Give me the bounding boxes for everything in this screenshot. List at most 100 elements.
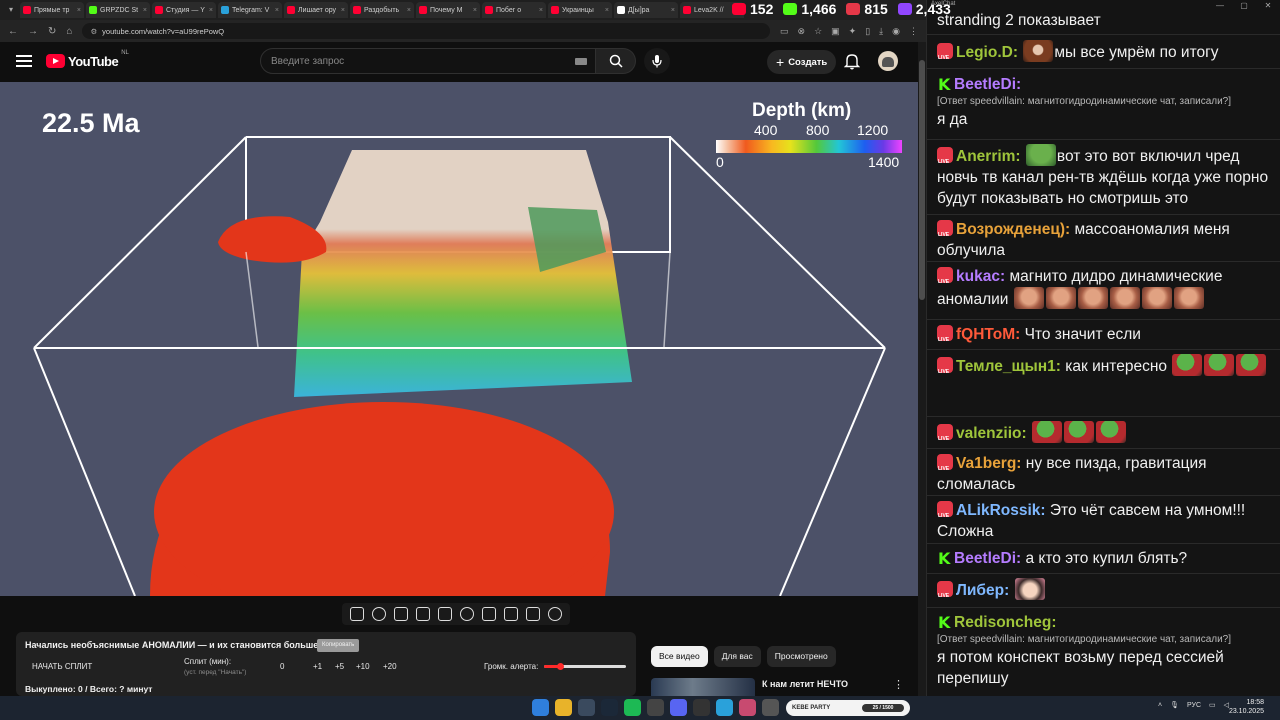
chip-for-you[interactable]: Для вас	[713, 646, 761, 667]
chat-username[interactable]: Legio.D:	[956, 44, 1018, 61]
chat-username[interactable]: Либер:	[956, 582, 1009, 599]
telegram-icon[interactable]	[716, 699, 733, 716]
app-icon[interactable]	[762, 699, 779, 716]
voice-search-button[interactable]	[644, 48, 670, 74]
loop-icon[interactable]	[350, 607, 364, 621]
chip-watched[interactable]: Просмотрено	[766, 646, 836, 667]
tab-close-icon[interactable]: ×	[275, 7, 279, 14]
chat-username[interactable]: Va1berg:	[956, 455, 1021, 472]
browser-tab[interactable]: Прямые тр ×	[20, 2, 84, 18]
chat-username[interactable]: Redisoncheg:	[954, 614, 1056, 631]
star-icon[interactable]: ☆	[814, 26, 822, 37]
reload-icon[interactable]: ↻	[48, 26, 56, 37]
download-icon[interactable]: ⤓	[879, 26, 883, 37]
site-info-icon[interactable]: ⚙	[90, 27, 97, 36]
screenshot-icon[interactable]	[526, 607, 540, 621]
cast-icon[interactable]: ▭	[780, 26, 789, 37]
split-view-icon[interactable]: ▯	[865, 26, 870, 37]
alert-volume-knob[interactable]	[557, 663, 565, 670]
tab-search-icon[interactable]: ▾	[4, 3, 18, 17]
forward-icon[interactable]: →	[28, 26, 38, 37]
network-icon[interactable]: ▭	[1209, 701, 1216, 709]
speed-icon[interactable]	[460, 607, 474, 621]
alert-volume-slider[interactable]	[544, 663, 626, 670]
spotify-icon[interactable]	[624, 699, 641, 716]
chat-username[interactable]: fQHToM:	[956, 326, 1020, 343]
back-icon[interactable]: ←	[8, 26, 18, 37]
app-icon[interactable]	[693, 699, 710, 716]
tray-expand-icon[interactable]: ˄	[1158, 702, 1162, 709]
chat-username[interactable]: Возрожденец):	[956, 221, 1070, 238]
tab-close-icon[interactable]: ×	[77, 7, 81, 14]
cinema-icon[interactable]	[482, 607, 496, 621]
obs-icon[interactable]	[647, 699, 664, 716]
browser-tab[interactable]: GRPZDC St ×	[86, 2, 150, 18]
playlist-icon[interactable]	[394, 607, 408, 621]
tab-close-icon[interactable]: ×	[341, 7, 345, 14]
scrollbar-thumb[interactable]	[919, 60, 925, 300]
search-button[interactable]	[596, 48, 636, 74]
chat-username[interactable]: valenziio:	[956, 425, 1027, 442]
split-value-0[interactable]: 0	[280, 662, 284, 671]
axelchat-icon[interactable]	[739, 699, 756, 716]
split-add-20[interactable]: +20	[383, 662, 397, 671]
language-indicator[interactable]: РУС	[1187, 702, 1201, 709]
broadcast-icon[interactable]	[372, 607, 386, 621]
extensions-icon[interactable]: ✦	[849, 26, 857, 37]
clock[interactable]: 18:58 23.10.2025	[1216, 698, 1264, 716]
chat-username[interactable]: BeetleDi:	[954, 76, 1021, 93]
browser-tab[interactable]: Раздобыть ×	[350, 2, 414, 18]
chat-username[interactable]: kukac:	[956, 268, 1005, 285]
copy-button[interactable]: Копировать	[317, 639, 360, 652]
more-options-icon[interactable]: ⋮	[893, 678, 904, 691]
film-icon[interactable]	[416, 607, 430, 621]
notifications-bell-icon[interactable]	[844, 52, 860, 70]
chrome-icon[interactable]	[555, 699, 572, 716]
settings-gear-icon[interactable]	[548, 607, 562, 621]
account-avatar[interactable]	[878, 51, 898, 71]
start-split-button[interactable]: НАЧАТЬ СПЛИТ	[32, 662, 92, 671]
tab-close-icon[interactable]: ×	[605, 7, 609, 14]
tab-close-icon[interactable]: ×	[473, 7, 477, 14]
add-to-playlist-icon[interactable]	[504, 607, 518, 621]
browser-tab[interactable]: Почему М ×	[416, 2, 480, 18]
translate-icon[interactable]: ⊗	[798, 26, 806, 37]
pip-icon[interactable]	[438, 607, 452, 621]
chat-username[interactable]: Темле_щын1:	[956, 358, 1061, 375]
home-icon[interactable]: ⌂	[66, 26, 72, 37]
recommendation-title[interactable]: К нам летит НЕЧТО	[762, 679, 848, 689]
browser-tab[interactable]: Украинцы ×	[548, 2, 612, 18]
browser-tab[interactable]: Побег о ×	[482, 2, 546, 18]
browser-tab[interactable]: Д[ы]ра ×	[614, 2, 678, 18]
chat-username[interactable]: BeetleDi:	[954, 550, 1021, 567]
profile-icon[interactable]: ◉	[892, 26, 900, 37]
url-field[interactable]: ⚙ youtube.com/watch?v=aU99rePowQ	[82, 23, 770, 39]
microphone-tray-icon[interactable]: 🎙	[1170, 701, 1179, 709]
search-input[interactable]	[271, 55, 551, 67]
browser-tab[interactable]: Студия — Y ×	[152, 2, 216, 18]
split-add-1[interactable]: +1	[313, 662, 322, 671]
tab-close-icon[interactable]: ×	[407, 7, 411, 14]
hamburger-menu-icon[interactable]	[16, 55, 32, 67]
recommendation-thumbnail[interactable]	[651, 678, 755, 696]
create-button[interactable]: + Создать	[767, 50, 837, 74]
split-add-5[interactable]: +5	[335, 662, 344, 671]
video-player[interactable]: 22.5 Ma Depth (km) 400 800 1200 0 1400	[0, 82, 918, 596]
tab-close-icon[interactable]: ×	[209, 7, 213, 14]
start-icon[interactable]	[532, 699, 549, 716]
browser-tab[interactable]: Лишает ору ×	[284, 2, 348, 18]
chip-all-videos[interactable]: Все видео	[651, 646, 708, 667]
page-scrollbar[interactable]	[918, 42, 926, 696]
tab-close-icon[interactable]: ×	[143, 7, 147, 14]
keyboard-icon[interactable]	[575, 57, 587, 65]
chat-username[interactable]: ALikRossik:	[956, 502, 1046, 519]
extension-icon[interactable]: ▣	[831, 26, 840, 37]
tab-close-icon[interactable]: ×	[539, 7, 543, 14]
search-box[interactable]	[260, 48, 596, 74]
steam-icon[interactable]	[601, 699, 618, 716]
browser-tab[interactable]: Telegram: V ×	[218, 2, 282, 18]
split-add-10[interactable]: +10	[356, 662, 370, 671]
menu-icon[interactable]: ⋮	[909, 26, 918, 37]
discord-icon[interactable]	[670, 699, 687, 716]
kebe-party-widget[interactable]: KEBE PARTY 25 / 1500	[786, 700, 910, 716]
